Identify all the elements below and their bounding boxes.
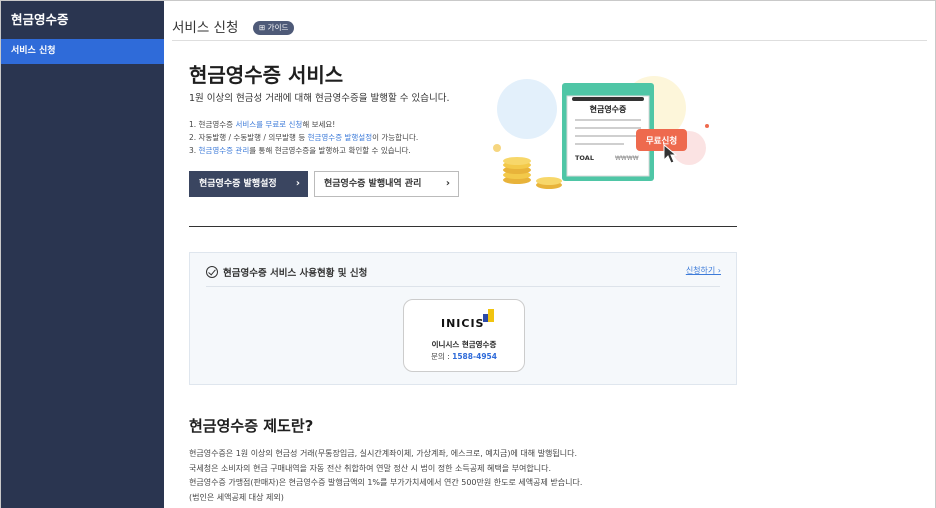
chevron-right-icon: ›: [295, 178, 300, 189]
guide-button[interactable]: ⊞ 가이드: [253, 21, 295, 35]
check-circle-icon: [206, 266, 218, 278]
hero-line-text: 1. 현금영수증: [189, 120, 236, 129]
hero-subtitle: 1원 이상의 현금성 거래에 대해 현금영수증을 발행할 수 있습니다.: [189, 93, 450, 104]
free-apply-badge-label: 무료신청: [646, 136, 677, 147]
decor-dot: [493, 144, 501, 152]
contact-label: 문의 :: [431, 352, 453, 361]
description-line: 현금영수증은 1원 이상의 현금성 거래(무통장입금, 실시간계좌이체, 가상계…: [189, 449, 578, 458]
hero-line-text: 2. 자동발행 / 수동발행 / 의무발행 등: [189, 133, 308, 142]
status-divider: [206, 286, 720, 287]
description-line: 현금영수증 가맹점(판매자)은 현금영수증 발행금액의 1%를 부가가치세에서 …: [189, 478, 583, 487]
provider-name: 이니시스 현금영수증: [431, 340, 497, 349]
page-title: 서비스 신청: [172, 20, 239, 36]
receipt-slot: [572, 97, 644, 101]
issue-settings-button[interactable]: 현금영수증 발행설정 ›: [189, 171, 308, 197]
inicis-logo-mark-icon: [483, 309, 494, 322]
sidebar-title: 현금영수증: [11, 12, 69, 27]
hero-description: 1. 현금영수증 서비스를 무료로 신청해 보세요! 2. 자동발행 / 수동발…: [189, 118, 418, 157]
issue-history-button[interactable]: 현금영수증 발행내역 관리 ›: [314, 171, 459, 197]
hero-line: 3. 현금영수증 관리를 통해 현금영수증을 발행하고 확인할 수 있습니다.: [189, 144, 418, 157]
receipt-illustration: 현금영수증 TOAL ₩₩₩₩ 무료신청: [493, 76, 709, 189]
issue-settings-label: 현금영수증 발행설정: [199, 179, 277, 189]
receipt-total-value: ₩₩₩₩: [615, 155, 639, 162]
sidebar-item-service-apply[interactable]: 서비스 신청: [1, 39, 164, 64]
receipt-title: 현금영수증: [590, 104, 627, 114]
service-status-panel: 현금영수증 서비스 사용현황 및 신청 신청하기 › INICIS 이니시스 현…: [189, 252, 737, 385]
issue-settings-link[interactable]: 현금영수증 발행설정: [308, 133, 372, 142]
decor-circle: [497, 79, 557, 139]
hero-line-text: 해 보세요!: [302, 120, 336, 129]
coin-icon: [536, 177, 562, 185]
apply-link[interactable]: 신청하기 ›: [686, 265, 721, 276]
free-apply-link[interactable]: 서비스를 무료로 신청: [235, 120, 302, 129]
hero-title: 현금영수증 서비스: [189, 63, 344, 87]
status-heading: 현금영수증 서비스 사용현황 및 신청: [206, 265, 367, 279]
hero-line-text: 이 가능합니다.: [372, 133, 419, 142]
hero-line: 2. 자동발행 / 수동발행 / 의무발행 등 현금영수증 발행설정이 가능합니…: [189, 131, 418, 144]
inicis-provider-card[interactable]: INICIS 이니시스 현금영수증 문의 : 1588-4954: [403, 299, 525, 372]
issue-history-label: 현금영수증 발행내역 관리: [324, 179, 422, 189]
coin-stack-icon: [503, 157, 531, 165]
section-divider: [189, 226, 737, 227]
description-line: (법인은 세액공제 대상 제외): [189, 492, 284, 502]
receipt-manage-link[interactable]: 현금영수증 관리: [199, 146, 250, 155]
sidebar: 현금영수증 서비스 신청: [1, 1, 164, 508]
status-heading-label: 현금영수증 서비스 사용현황 및 신청: [223, 268, 368, 279]
main-content: 서비스 신청 ⊞ 가이드 현금영수증 서비스 1원 이상의 현금성 거래에 대해…: [164, 1, 935, 508]
system-description: 현금영수증은 1원 이상의 현금성 거래(무통장입금, 실시간계좌이체, 가상계…: [189, 447, 582, 505]
hero-line-text: 를 통해 현금영수증을 발행하고 확인할 수 있습니다.: [249, 146, 411, 155]
contact-phone: 1588-4954: [452, 352, 497, 361]
chevron-right-icon: ›: [445, 178, 450, 189]
page-header: 서비스 신청 ⊞ 가이드: [172, 1, 927, 41]
hero-line-text: 3.: [189, 146, 199, 155]
system-section-title: 현금영수증 제도란?: [189, 417, 314, 435]
inicis-logo: INICIS: [441, 317, 485, 330]
hero-line: 1. 현금영수증 서비스를 무료로 신청해 보세요!: [189, 118, 418, 131]
provider-contact: 문의 : 1588-4954: [404, 351, 524, 362]
receipt-total-label: TOAL: [575, 154, 594, 162]
description-line: 국세청은 소비자의 현금 구매내역을 자동 전산 취합하여 연말 정산 시 법이…: [189, 463, 551, 473]
decor-dot: [705, 124, 709, 128]
